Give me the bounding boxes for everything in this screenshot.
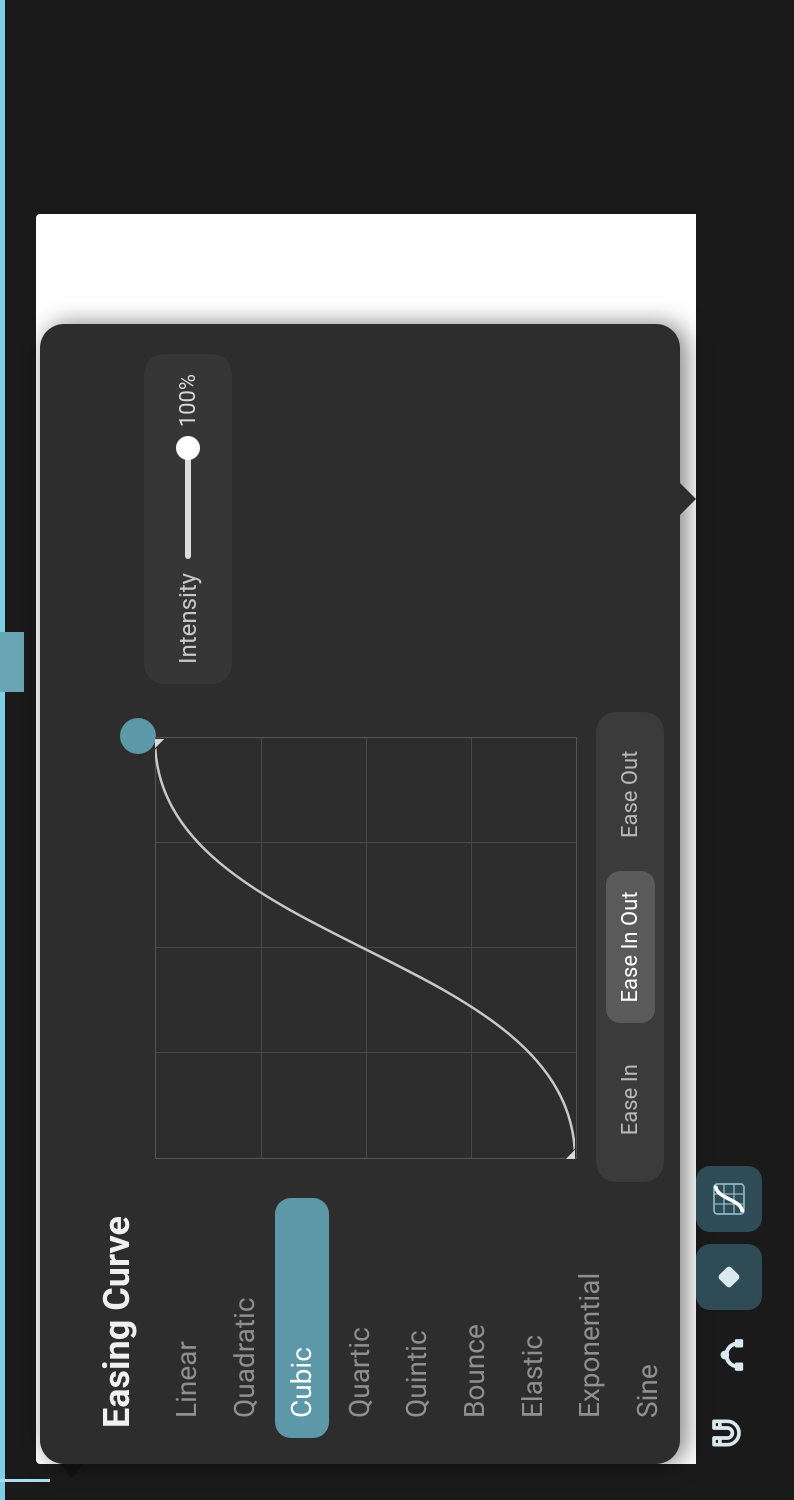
timeline-clip-marker[interactable] [0,632,24,692]
easing-curve-button[interactable] [696,1166,762,1232]
curve-type-linear[interactable]: Linear [160,1198,214,1438]
easing-graph-grid [155,737,577,1159]
ease-mode-in[interactable]: Ease In [606,1023,655,1176]
curve-type-exponential[interactable]: Exponential [563,1198,617,1438]
curve-type-quartic[interactable]: Quartic [333,1198,387,1438]
easing-curve-panel: Easing Curve Linear Quadratic Cubic Quar… [40,324,680,1464]
ease-mode-in-out[interactable]: Ease In Out [606,871,655,1024]
curve-type-cubic[interactable]: Cubic [275,1198,329,1438]
panel-title: Easing Curve [96,1216,138,1428]
curve-type-bounce[interactable]: Bounce [448,1198,502,1438]
intensity-slider-thumb[interactable] [176,436,200,460]
bezier-path-button[interactable] [696,1322,762,1388]
easing-graph [110,714,580,1184]
intensity-value: 100% [176,374,201,432]
intensity-label: Intensity [174,573,202,664]
timeline-playhead-tick[interactable] [0,1479,50,1482]
ease-mode-out[interactable]: Ease Out [606,718,655,871]
panel-anchor-arrow-icon [60,1464,84,1478]
magnet-icon [709,1413,749,1453]
easing-preview-ball-icon [120,718,156,754]
curve-type-list: Linear Quadratic Cubic Quartic Quintic B… [160,1198,661,1438]
curve-type-elastic[interactable]: Elastic [506,1198,560,1438]
curve-type-quintic[interactable]: Quintic [390,1198,444,1438]
keyframe-toolbar [696,1166,762,1466]
easing-curve-icon [709,1179,749,1219]
curve-type-sine[interactable]: Sine [621,1198,661,1438]
curve-type-quadratic[interactable]: Quadratic [218,1198,272,1438]
magnet-snap-button[interactable] [696,1400,762,1466]
ease-mode-segmented-control: Ease In Ease In Out Ease Out [596,712,664,1182]
timeline-selection-strip [0,0,5,1500]
popover-arrow-icon [676,479,696,519]
intensity-control: Intensity 100% [144,354,232,684]
bezier-path-icon [709,1335,749,1375]
diamond-keyframe-icon [709,1257,749,1297]
intensity-slider[interactable] [185,446,191,559]
add-keyframe-button[interactable] [696,1244,762,1310]
